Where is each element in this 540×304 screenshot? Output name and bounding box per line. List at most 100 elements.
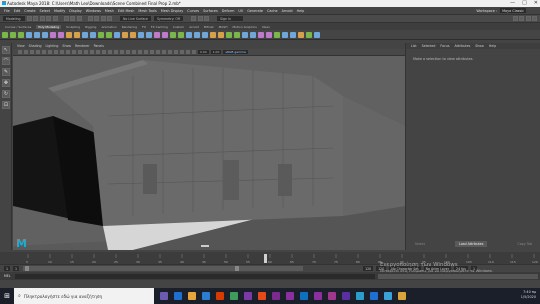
- shelf-tool-icon[interactable]: [98, 31, 104, 38]
- shelf-tool-icon[interactable]: [146, 31, 152, 38]
- shelf-tool-icon[interactable]: [122, 31, 128, 38]
- viewport-tool-icon[interactable]: [186, 50, 190, 54]
- ae-tab-focus[interactable]: Focus: [440, 44, 449, 48]
- viewport-tool-icon[interactable]: [108, 50, 112, 54]
- menu-mesh[interactable]: Mesh: [105, 9, 114, 13]
- viewport-tool-icon[interactable]: [90, 50, 94, 54]
- viewport-tool-icon[interactable]: [66, 50, 70, 54]
- shelf-tool-icon[interactable]: [170, 31, 176, 38]
- shelf-tool-icon[interactable]: [34, 31, 40, 38]
- menu-file[interactable]: File: [4, 9, 10, 13]
- shelf-tool-icon[interactable]: [274, 31, 280, 38]
- command-language-label[interactable]: MEL: [4, 274, 11, 278]
- shelf-tool-icon[interactable]: [18, 31, 24, 38]
- menu-arnold[interactable]: Arnold: [282, 9, 293, 13]
- select-hierarchy-icon[interactable]: [63, 16, 69, 21]
- shelf-tool-icon[interactable]: [210, 31, 216, 38]
- lasso-tool-icon[interactable]: ⌒: [2, 57, 10, 65]
- sign-in-button[interactable]: Sign In: [217, 16, 244, 21]
- ae-tab-list[interactable]: List: [411, 44, 417, 48]
- menu-mesh-tools[interactable]: Mesh Tools: [138, 9, 156, 13]
- menu-modify[interactable]: Modify: [54, 9, 65, 13]
- taskbar-app-icon[interactable]: [258, 292, 266, 300]
- taskbar-app-icon[interactable]: [384, 292, 392, 300]
- current-frame-marker[interactable]: [264, 254, 267, 263]
- menu-windows[interactable]: Windows: [86, 9, 101, 13]
- viewport-tool-icon[interactable]: [54, 50, 58, 54]
- viewport-tool-icon[interactable]: [162, 50, 166, 54]
- windows-start-button[interactable]: ⊞: [0, 288, 14, 304]
- menu-select[interactable]: Select: [40, 9, 50, 13]
- viewport-tool-icon[interactable]: [18, 50, 22, 54]
- range-handle-start[interactable]: [25, 266, 30, 271]
- viewport-menu-show[interactable]: Show: [62, 44, 71, 48]
- shelf-tool-icon[interactable]: [242, 31, 248, 38]
- ae-tab-help[interactable]: Help: [489, 44, 496, 48]
- shelf-tool-icon[interactable]: [234, 31, 240, 38]
- viewport-tool-icon[interactable]: [156, 50, 160, 54]
- viewport-tool-icon[interactable]: [144, 50, 148, 54]
- taskbar-app-icon[interactable]: [328, 292, 336, 300]
- shelf-tool-icon[interactable]: [2, 31, 8, 38]
- snap-grid-icon[interactable]: [87, 16, 93, 21]
- shelf-tool-icon[interactable]: [194, 31, 200, 38]
- exposure-field[interactable]: 0.00: [198, 50, 209, 54]
- shelf-tool-icon[interactable]: [162, 31, 168, 38]
- minimize-button[interactable]: —: [510, 0, 515, 6]
- render-settings-icon[interactable]: [204, 16, 210, 21]
- range-slider[interactable]: [23, 266, 304, 271]
- menu-generate[interactable]: Generate: [247, 9, 263, 13]
- range-end-field[interactable]: 120: [363, 266, 374, 271]
- range-handle-end[interactable]: [235, 266, 240, 271]
- perspective-viewport[interactable]: M: [13, 56, 405, 250]
- shelf-tool-icon[interactable]: [114, 31, 120, 38]
- color-space-dropdown[interactable]: sRGB gamma: [223, 50, 248, 54]
- viewport-tool-icon[interactable]: [174, 50, 178, 54]
- redo-icon[interactable]: [52, 16, 58, 21]
- menu-surfaces[interactable]: Surfaces: [203, 9, 218, 13]
- taskbar-app-icon[interactable]: [398, 292, 406, 300]
- shelf-tab-arnold[interactable]: Arnold: [189, 25, 199, 29]
- taskbar-app-icon[interactable]: [370, 292, 378, 300]
- viewport-tool-icon[interactable]: [60, 50, 64, 54]
- taskbar-app-icon[interactable]: [202, 292, 210, 300]
- select-button[interactable]: Select: [411, 241, 429, 247]
- shelf-tool-icon[interactable]: [226, 31, 232, 38]
- menu-create[interactable]: Create: [24, 9, 35, 13]
- shelf-tool-icon[interactable]: [202, 31, 208, 38]
- shelf-tab-mash[interactable]: MASH: [219, 25, 228, 29]
- viewport-menu-panels[interactable]: Panels: [94, 44, 104, 48]
- viewport-tool-icon[interactable]: [192, 50, 196, 54]
- shelf-tab-curves-surfaces[interactable]: Curves / Surfaces: [5, 25, 31, 29]
- shelf-tool-icon[interactable]: [266, 31, 272, 38]
- taskbar-app-icon[interactable]: [188, 292, 196, 300]
- attribute-editor-toggle-icon[interactable]: [519, 16, 524, 21]
- live-surface-field[interactable]: No Live Surface: [120, 16, 152, 21]
- snap-surface-icon[interactable]: [107, 16, 112, 21]
- taskbar-app-icon[interactable]: [286, 292, 294, 300]
- viewport-tool-icon[interactable]: [72, 50, 76, 54]
- select-object-icon[interactable]: [70, 16, 75, 21]
- command-input[interactable]: [14, 273, 375, 279]
- menu-display[interactable]: Display: [69, 9, 82, 13]
- viewport-menu-view[interactable]: View: [17, 44, 25, 48]
- menu-curves[interactable]: Curves: [187, 9, 199, 13]
- viewport-tool-icon[interactable]: [114, 50, 118, 54]
- menu-edit[interactable]: Edit: [14, 9, 21, 13]
- scale-tool-icon[interactable]: ⊡: [2, 101, 10, 109]
- shelf-tool-icon[interactable]: [10, 31, 16, 38]
- taskbar-app-icon[interactable]: [244, 292, 252, 300]
- menu-edit-mesh[interactable]: Edit Mesh: [118, 9, 135, 13]
- viewport-tool-icon[interactable]: [96, 50, 100, 54]
- tool-settings-icon[interactable]: [525, 16, 531, 21]
- system-tray[interactable]: 7:40 πμ 1/5/2020: [521, 290, 536, 300]
- load-attributes-button[interactable]: Load Attributes: [454, 241, 488, 247]
- taskbar-app-icon[interactable]: [230, 292, 238, 300]
- copy-tab-button[interactable]: Copy Tab: [514, 241, 537, 247]
- viewport-tool-icon[interactable]: [150, 50, 154, 54]
- viewport-tool-icon[interactable]: [36, 50, 40, 54]
- select-component-icon[interactable]: [76, 16, 82, 21]
- shelf-tool-icon[interactable]: [66, 31, 72, 38]
- menu-uv[interactable]: UV: [238, 9, 243, 13]
- shelf-tool-icon[interactable]: [42, 31, 48, 38]
